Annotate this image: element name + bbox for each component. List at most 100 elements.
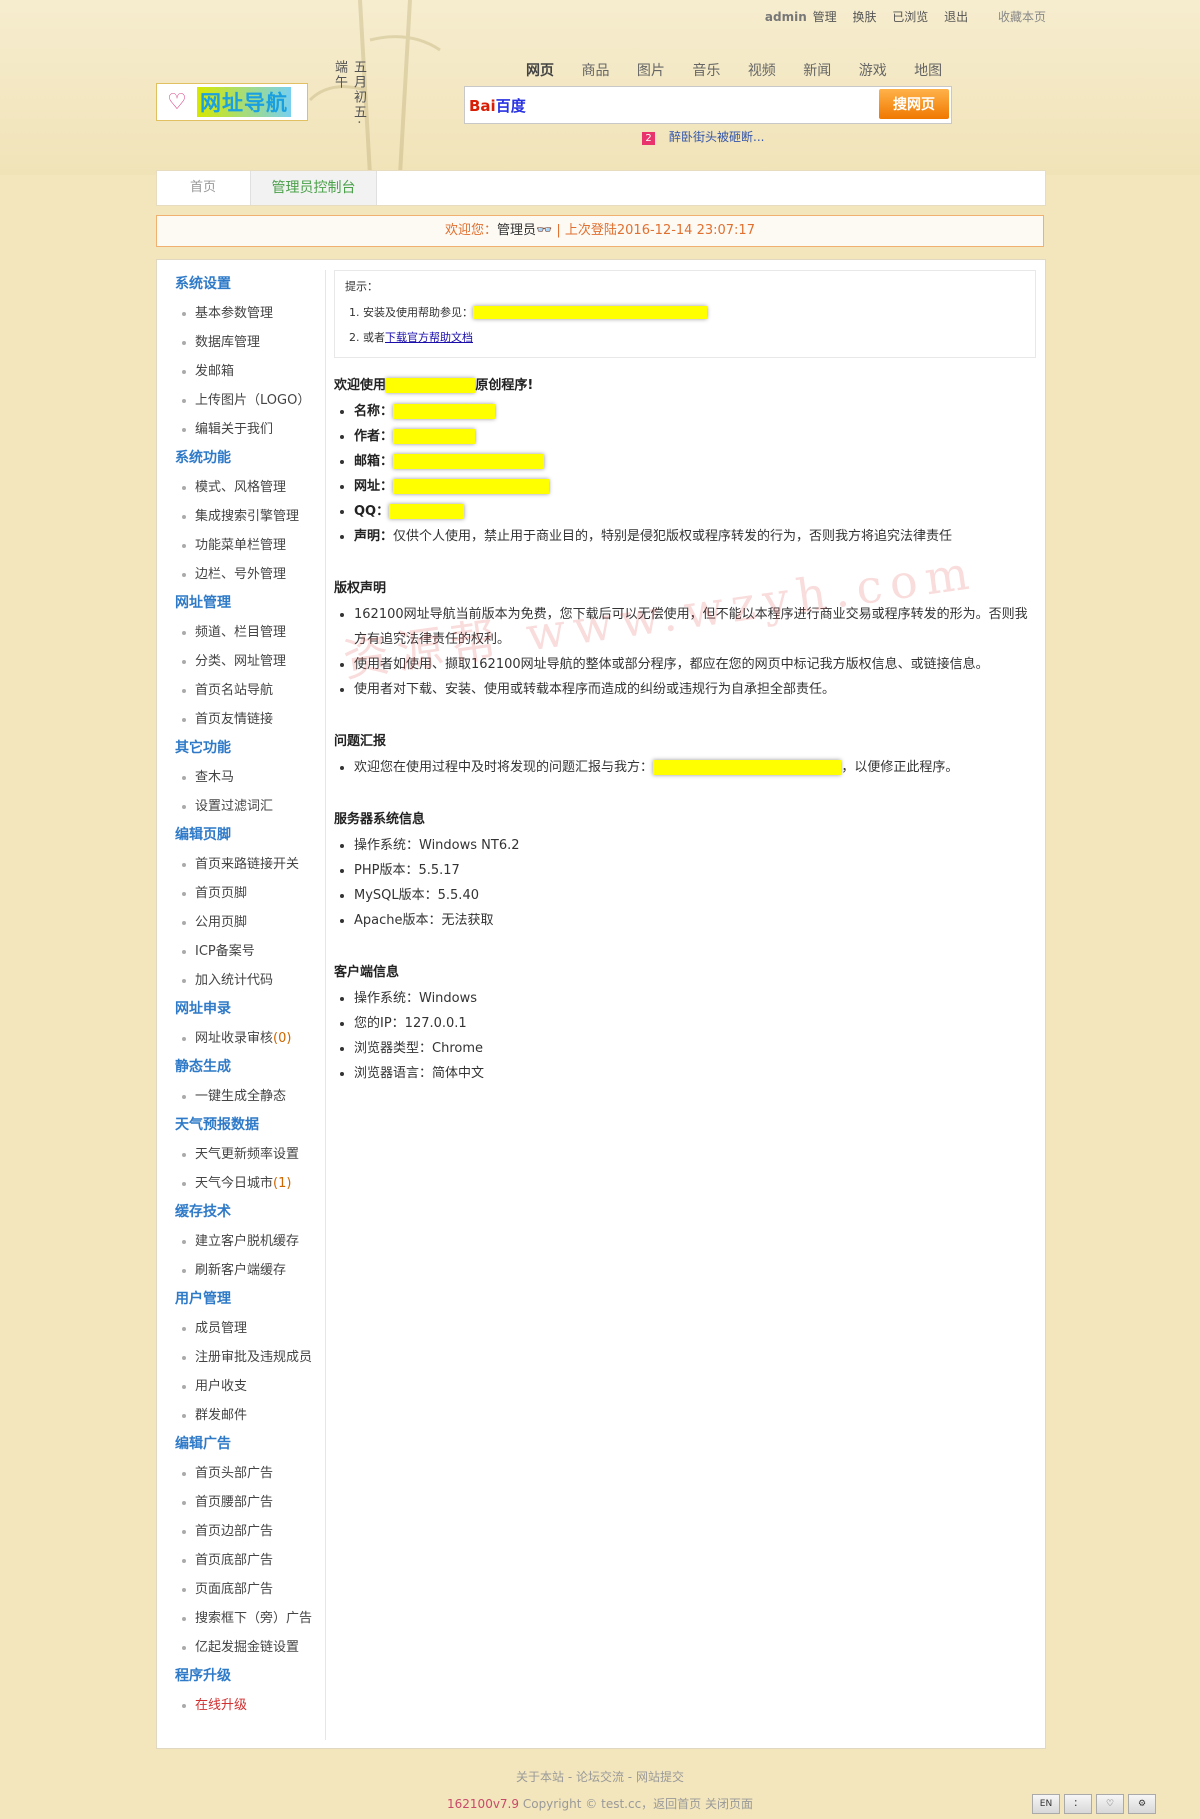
- sidebar-item-label: 在线升级: [195, 1698, 248, 1713]
- language-button[interactable]: EN: [1032, 1794, 1060, 1814]
- report-text-b: ，以便修正此程序。: [841, 760, 959, 775]
- sidebar: 系统设置 基本参数管理 数据库管理发邮箱上传图片（LOGO） 编辑关于我们 系统功能 模式…: [157, 270, 326, 1740]
- hot-search-text[interactable]: 醉卧街头被砸断...: [669, 130, 764, 144]
- sidebar-item-label: 首页名站导航: [195, 683, 274, 698]
- sidebar-item[interactable]: 建立客户脱机缓存: [157, 1227, 325, 1256]
- sidebar-item[interactable]: 搜索框下（旁）广告: [157, 1604, 325, 1633]
- search-tab-music[interactable]: 音乐: [692, 63, 720, 79]
- sidebar-group-title[interactable]: 其它功能: [157, 734, 325, 763]
- sidebar-item-label: 加入统计代码: [195, 973, 274, 988]
- sidebar-item[interactable]: 首页来路链接开关: [157, 850, 325, 879]
- sidebar-item[interactable]: 天气今日城市(1): [157, 1169, 325, 1198]
- sidebar-group-title[interactable]: 网址申录: [157, 995, 325, 1024]
- sidebar-group-title[interactable]: 系统功能: [157, 444, 325, 473]
- sidebar-group-title[interactable]: 网址管理: [157, 589, 325, 618]
- sidebar-item-label: 首页底部广告: [195, 1553, 274, 1568]
- sidebar-item[interactable]: 边栏、号外管理: [157, 560, 325, 589]
- sidebar-item[interactable]: 一键生成全静态: [157, 1082, 325, 1111]
- search-tab-map[interactable]: 地图: [914, 63, 942, 79]
- sidebar-item[interactable]: 模式、风格管理: [157, 473, 325, 502]
- heart-icon[interactable]: ♡: [1096, 1794, 1124, 1814]
- sidebar-item[interactable]: ICP备案号: [157, 937, 325, 966]
- download-help-link[interactable]: 下载官方帮助文档: [385, 331, 473, 344]
- sidebar-item[interactable]: 发邮箱: [157, 357, 325, 386]
- manage-link[interactable]: 管理: [813, 10, 837, 24]
- sidebar-item[interactable]: 分类、网址管理: [157, 647, 325, 676]
- sidebar-item[interactable]: 成员管理: [157, 1314, 325, 1343]
- sidebar-item[interactable]: 群发邮件: [157, 1401, 325, 1430]
- sidebar-group-title[interactable]: 静态生成: [157, 1053, 325, 1082]
- sidebar-item[interactable]: 编辑关于我们: [157, 415, 325, 444]
- sidebar-group: 程序升级在线升级: [157, 1662, 325, 1720]
- sidebar-item[interactable]: 加入统计代码: [157, 966, 325, 995]
- sidebar-item[interactable]: 首页头部广告: [157, 1459, 325, 1488]
- logout-link[interactable]: 退出: [944, 10, 968, 24]
- tab-home[interactable]: 首页: [157, 171, 249, 205]
- sidebar-item[interactable]: 首页名站导航: [157, 676, 325, 705]
- intro-row: 作者：162100.com: [354, 424, 1037, 449]
- baidu-logo[interactable]: Bai百度: [469, 95, 526, 116]
- sidebar-item[interactable]: 集成搜索引擎管理: [157, 502, 325, 531]
- sidebar-item[interactable]: 在线升级: [157, 1691, 325, 1720]
- sidebar-item[interactable]: 天气更新频率设置: [157, 1140, 325, 1169]
- sidebar-group-title[interactable]: 编辑广告: [157, 1430, 325, 1459]
- sidebar-item-label: 成员管理: [195, 1321, 248, 1336]
- sidebar-item[interactable]: 数据库管理: [157, 328, 325, 357]
- gear-icon[interactable]: ⚙: [1128, 1794, 1156, 1814]
- site-logo[interactable]: ♡ 网址导航: [156, 83, 308, 121]
- sidebar-item[interactable]: 设置过滤词汇: [157, 792, 325, 821]
- search-tab-news[interactable]: 新闻: [803, 63, 831, 79]
- sidebar-item[interactable]: 亿起发掘金链设置: [157, 1633, 325, 1662]
- sidebar-group-title[interactable]: 系统设置: [157, 270, 325, 299]
- sidebar-item[interactable]: 首页友情链接: [157, 705, 325, 734]
- hot-search[interactable]: 2 醉卧街头被砸断...: [642, 128, 764, 145]
- glasses-icon: 👓: [536, 223, 553, 238]
- welcome-user: 管理员: [497, 223, 537, 238]
- browsed-link[interactable]: 已浏览: [892, 10, 928, 24]
- sidebar-group-title[interactable]: 编辑页脚: [157, 821, 325, 850]
- sidebar-item[interactable]: 用户收支: [157, 1372, 325, 1401]
- sidebar-item[interactable]: 基本参数管理: [157, 299, 325, 328]
- sidebar-item-label: 发邮箱: [195, 364, 235, 379]
- help-url-link[interactable]: http://www.162100.com/help/162100.html: [473, 306, 707, 319]
- tab-admin-panel[interactable]: 管理员控制台: [250, 171, 377, 205]
- sidebar-group-title[interactable]: 天气预报数据: [157, 1111, 325, 1140]
- sidebar-item[interactable]: 首页腰部广告: [157, 1488, 325, 1517]
- footer-links[interactable]: 关于本站 - 论坛交流 - 网站提交: [0, 1768, 1200, 1785]
- favorite-link[interactable]: 收藏本页: [998, 10, 1046, 24]
- search-tab-web[interactable]: 网页: [526, 63, 554, 79]
- search-tab-goods[interactable]: 商品: [581, 63, 609, 79]
- sidebar-group: 编辑广告 首页头部广告 首页腰部广告 首页边部广告首页底部广告页面底部广告搜索框下（旁…: [157, 1430, 325, 1662]
- sidebar-item[interactable]: 刷新客户端缓存: [157, 1256, 325, 1285]
- sidebar-item[interactable]: 注册审批及违规成员: [157, 1343, 325, 1372]
- sidebar-item[interactable]: 频道、栏目管理: [157, 618, 325, 647]
- sidebar-group-title[interactable]: 缓存技术: [157, 1198, 325, 1227]
- search-tab-images[interactable]: 图片: [637, 63, 665, 79]
- menu-icon[interactable]: ：: [1064, 1794, 1092, 1814]
- skin-link[interactable]: 换肤: [852, 10, 876, 24]
- sidebar-item-label: 搜索框下（旁）广告: [195, 1611, 313, 1626]
- sidebar-item[interactable]: 网址收录审核(0): [157, 1024, 325, 1053]
- search-tab-video[interactable]: 视频: [748, 63, 776, 79]
- search-tab-games[interactable]: 游戏: [859, 63, 887, 79]
- sidebar-group-title[interactable]: 程序升级: [157, 1662, 325, 1691]
- sidebar-item[interactable]: 页面底部广告: [157, 1575, 325, 1604]
- admin-user-link[interactable]: admin: [765, 10, 807, 24]
- sidebar-item[interactable]: 查木马: [157, 763, 325, 792]
- report-item: 欢迎您在使用过程中及时将发现的问题汇报与我方：http://download.1…: [354, 755, 1037, 780]
- sidebar-group-title[interactable]: 用户管理: [157, 1285, 325, 1314]
- sidebar-item[interactable]: 首页页脚: [157, 879, 325, 908]
- intro-list: 名称：162100网址导航 作者：162100.com 邮箱：162100.co…: [334, 399, 1037, 549]
- sidebar-item[interactable]: 公用页脚: [157, 908, 325, 937]
- sidebar-item-label: 查木马: [195, 770, 235, 785]
- report-link[interactable]: http://download.162100.com: [653, 760, 842, 775]
- sidebar-item[interactable]: 功能菜单栏管理: [157, 531, 325, 560]
- sidebar-item[interactable]: 首页底部广告: [157, 1546, 325, 1575]
- sidebar-item[interactable]: 首页边部广告: [157, 1517, 325, 1546]
- search-button[interactable]: 搜网页: [879, 89, 949, 119]
- sidebar-item[interactable]: 上传图片（LOGO）: [157, 386, 325, 415]
- statement-key: 声明：: [354, 529, 394, 544]
- intro-value[interactable]: http://www.162100.com: [393, 479, 550, 494]
- footer-copy[interactable]: Copyright © test.cc，返回首页 关闭页面: [523, 1797, 753, 1811]
- server-title: 服务器系统信息: [334, 812, 426, 827]
